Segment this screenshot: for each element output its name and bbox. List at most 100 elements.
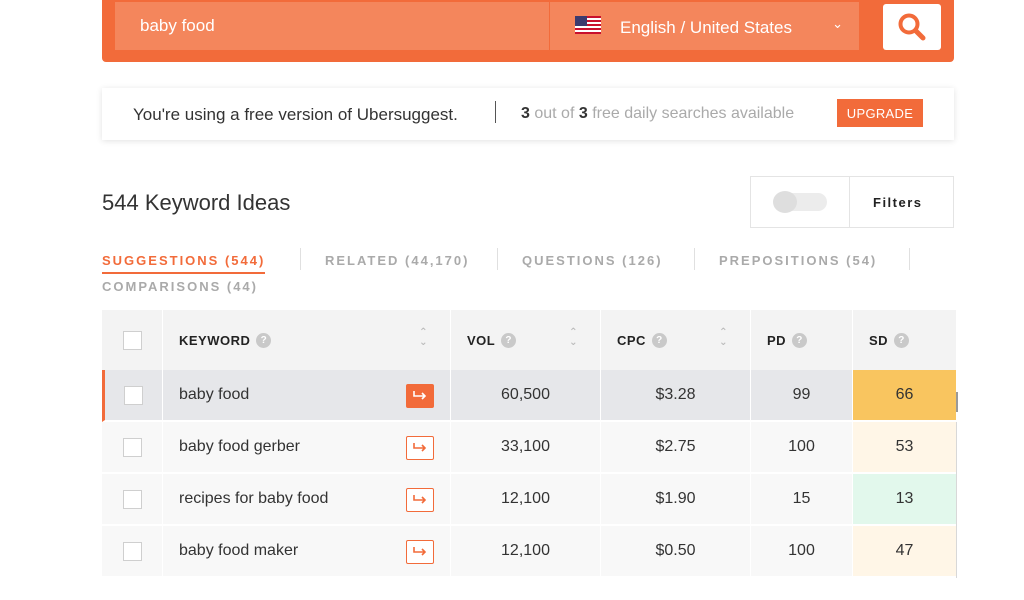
pd-cell: 100	[750, 526, 852, 578]
pd-cell: 15	[750, 474, 852, 526]
vol-cell: 12,100	[450, 474, 600, 526]
pd-cell: 100	[750, 422, 852, 474]
header-sd[interactable]: SD ?	[852, 310, 956, 370]
filter-toggle[interactable]	[773, 191, 827, 213]
help-icon[interactable]: ?	[651, 332, 667, 348]
table-edge	[956, 422, 957, 578]
scrollbar-thumb[interactable]	[956, 392, 958, 412]
out-of-text: out of	[534, 105, 575, 122]
filters-button[interactable]: Filters	[873, 195, 923, 210]
pd-cell: 99	[750, 370, 852, 422]
header-vol-label: VOL	[467, 332, 496, 348]
search-count: 3 out of 3 free daily searches available	[521, 105, 794, 123]
table-row[interactable]: baby food maker 12,100 $0.50 100 47	[102, 526, 956, 578]
cpc-cell: $1.90	[600, 474, 750, 526]
us-flag-icon	[575, 16, 601, 34]
search-input[interactable]: baby food	[115, 2, 549, 50]
sd-cell: 47	[852, 526, 956, 578]
header-checkbox-cell	[102, 310, 162, 370]
tab-suggestions[interactable]: SUGGESTIONS (544)	[102, 253, 266, 274]
header-pd-label: PD	[767, 332, 787, 348]
tab-divider	[497, 248, 498, 270]
searches-available-text: free daily searches available	[592, 105, 795, 122]
row-checkbox[interactable]	[124, 385, 143, 405]
keyword-table: KEYWORD ? ⌃ ⌄ VOL ? ⌃ ⌄ CPC ? ⌃ ⌄ PD ? SD ?…	[102, 310, 956, 578]
keyword-text: baby food gerber	[179, 438, 300, 455]
row-checkbox-cell	[102, 526, 162, 578]
keyword-overview-button[interactable]	[406, 540, 434, 564]
filter-divider	[849, 177, 850, 227]
tab-prepositions[interactable]: PREPOSITIONS (54)	[719, 253, 877, 268]
tab-questions[interactable]: QUESTIONS (126)	[522, 253, 663, 268]
toggle-knob	[773, 191, 797, 213]
redirect-arrow-icon	[413, 443, 427, 452]
keyword-cell: baby food	[162, 370, 450, 422]
keyword-text: baby food	[179, 386, 250, 403]
cpc-cell: $0.50	[600, 526, 750, 578]
keyword-overview-button[interactable]	[406, 384, 434, 408]
table-header-row: KEYWORD ? ⌃ ⌄ VOL ? ⌃ ⌄ CPC ? ⌃ ⌄ PD ? SD ?	[102, 310, 956, 370]
row-checkbox[interactable]	[122, 437, 142, 457]
redirect-arrow-icon	[413, 391, 427, 400]
row-checkbox-cell	[102, 422, 162, 474]
keyword-overview-button[interactable]	[406, 488, 434, 512]
filters-panel: Filters	[750, 176, 954, 228]
language-label: English / United States	[620, 18, 792, 37]
keyword-cell: baby food gerber	[162, 422, 450, 474]
table-row[interactable]: baby food 60,500 $3.28 99 66	[102, 370, 956, 422]
sd-cell: 13	[852, 474, 956, 526]
upgrade-button[interactable]: UPGRADE	[837, 99, 923, 127]
keyword-text: recipes for baby food	[179, 490, 329, 507]
row-checkbox-cell	[102, 474, 162, 526]
table-row[interactable]: recipes for baby food 12,100 $1.90 15 13	[102, 474, 956, 526]
help-icon[interactable]: ?	[894, 332, 910, 348]
total-count: 3	[578, 105, 588, 122]
cpc-cell: $3.28	[600, 370, 750, 422]
search-icon	[898, 13, 926, 41]
chevron-down-icon: ⌄	[832, 16, 843, 31]
redirect-arrow-icon	[413, 495, 427, 504]
row-checkbox-cell	[102, 370, 162, 422]
row-checkbox[interactable]	[122, 541, 142, 561]
row-checkbox[interactable]	[122, 489, 142, 509]
vol-cell: 60,500	[450, 370, 600, 422]
keyword-ideas-title: 544 Keyword Ideas	[102, 190, 291, 215]
header-pd[interactable]: PD ?	[750, 310, 852, 370]
vol-cell: 12,100	[450, 526, 600, 578]
sd-cell: 66	[852, 370, 956, 422]
tab-comparisons[interactable]: COMPARISONS (44)	[102, 279, 258, 294]
keyword-cell: recipes for baby food	[162, 474, 450, 526]
redirect-arrow-icon	[413, 547, 427, 556]
tab-divider	[300, 248, 301, 270]
keyword-cell: baby food maker	[162, 526, 450, 578]
select-all-checkbox[interactable]	[122, 330, 142, 350]
sort-icon[interactable]: ⌃ ⌄	[419, 328, 428, 348]
sd-cell: 53	[852, 422, 956, 474]
tab-divider	[909, 248, 910, 270]
keyword-overview-button[interactable]	[406, 436, 434, 460]
header-cpc-label: CPC	[617, 332, 646, 348]
header-vol[interactable]: VOL ? ⌃ ⌄	[450, 310, 600, 370]
search-bar: baby food English / United States ⌄	[102, 0, 954, 62]
keyword-text: baby food maker	[179, 542, 299, 559]
header-sd-label: SD	[869, 332, 889, 348]
vol-cell: 33,100	[450, 422, 600, 474]
banner-message: You're using a free version of Ubersugge…	[133, 105, 458, 124]
tab-divider	[694, 248, 695, 270]
table-row[interactable]: baby food gerber 33,100 $2.75 100 53	[102, 422, 956, 474]
header-keyword[interactable]: KEYWORD ? ⌃ ⌄	[162, 310, 450, 370]
cpc-cell: $2.75	[600, 422, 750, 474]
used-count: 3	[521, 105, 530, 122]
help-icon[interactable]: ?	[256, 332, 272, 348]
free-version-banner: You're using a free version of Ubersugge…	[102, 88, 954, 140]
header-cpc[interactable]: CPC ? ⌃ ⌄	[600, 310, 750, 370]
help-icon[interactable]: ?	[501, 332, 517, 348]
search-button[interactable]	[883, 4, 941, 50]
banner-divider	[495, 101, 496, 123]
help-icon[interactable]: ?	[792, 332, 808, 348]
sort-icon[interactable]: ⌃ ⌄	[719, 328, 728, 348]
sort-icon[interactable]: ⌃ ⌄	[569, 328, 578, 348]
language-select[interactable]: English / United States ⌄	[550, 2, 859, 50]
header-keyword-label: KEYWORD	[179, 332, 251, 348]
tab-related[interactable]: RELATED (44,170)	[325, 253, 469, 268]
